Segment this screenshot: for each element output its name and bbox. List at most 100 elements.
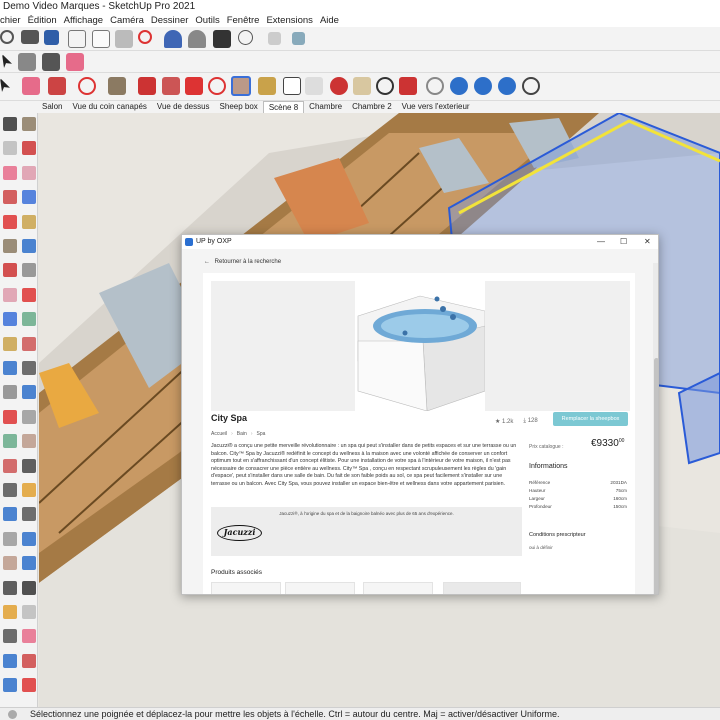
copy-icon[interactable] — [92, 30, 110, 48]
select-icon[interactable] — [0, 78, 10, 92]
related-item[interactable] — [363, 582, 433, 594]
tab-vue-vers-exterieur[interactable]: Vue vers l'exterieur — [397, 101, 475, 113]
rotate-icon[interactable] — [22, 458, 36, 473]
menu-edition[interactable]: Édition — [25, 14, 61, 27]
scale-icon[interactable] — [22, 507, 36, 522]
line-icon[interactable] — [22, 214, 36, 229]
dimension-icon[interactable] — [3, 580, 17, 595]
account-icon[interactable] — [522, 77, 540, 95]
minimize-button[interactable]: — — [597, 235, 605, 249]
pie-icon[interactable] — [22, 385, 36, 400]
menu-extensions[interactable]: Extensions — [263, 14, 316, 27]
menu-dessiner[interactable]: Dessiner — [148, 14, 193, 27]
scrollbar-thumb[interactable] — [654, 358, 658, 594]
breadcrumb-spa[interactable]: Spa — [256, 431, 265, 437]
open-icon[interactable] — [21, 30, 39, 44]
scale-icon[interactable] — [231, 76, 251, 96]
paste-icon[interactable] — [115, 30, 133, 48]
line-icon[interactable] — [3, 214, 17, 229]
polygon-icon[interactable] — [22, 336, 36, 351]
pie-icon[interactable] — [3, 385, 17, 400]
undo-icon[interactable] — [164, 30, 182, 48]
move-icon[interactable] — [22, 409, 36, 424]
zoom-extents-icon[interactable] — [399, 77, 417, 95]
section-icon[interactable] — [3, 678, 17, 693]
component-icon[interactable] — [3, 141, 17, 156]
rotated-rect-icon[interactable] — [22, 287, 36, 302]
erase-icon[interactable] — [138, 30, 152, 44]
tab-chambre-2[interactable]: Chambre 2 — [347, 101, 397, 113]
replace-sheepbox-button[interactable]: Remplacer la sheepbox — [553, 412, 628, 426]
tape-icon[interactable] — [22, 556, 36, 571]
sheep-icon-2[interactable] — [474, 77, 492, 95]
freehand-icon[interactable] — [22, 239, 36, 253]
tab-salon[interactable]: Salon — [37, 101, 67, 113]
tab-vue-coin-canapes[interactable]: Vue du coin canapés — [67, 101, 151, 113]
menu-fichier[interactable]: chier — [0, 14, 25, 27]
tape-icon[interactable] — [258, 77, 276, 95]
arc-icon[interactable] — [22, 361, 36, 375]
protractor-icon[interactable] — [22, 605, 36, 619]
model-info-icon[interactable] — [238, 30, 253, 45]
protractor-icon[interactable] — [3, 605, 17, 619]
text-icon[interactable] — [22, 629, 36, 644]
circle-icon[interactable] — [3, 312, 17, 327]
tab-chambre[interactable]: Chambre — [304, 101, 347, 113]
move-icon[interactable] — [3, 409, 17, 424]
redo-icon[interactable] — [188, 30, 206, 48]
text-icon[interactable] — [3, 629, 17, 644]
text-icon[interactable] — [283, 77, 301, 95]
rotate-icon[interactable] — [208, 77, 226, 95]
move-icon[interactable] — [185, 77, 203, 95]
gallery-left[interactable] — [211, 281, 355, 411]
scale-icon[interactable] — [3, 507, 17, 522]
save-icon[interactable] — [44, 30, 59, 45]
maximize-button[interactable]: ☐ — [620, 235, 627, 249]
menu-aide[interactable]: Aide — [317, 14, 343, 27]
related-item[interactable] — [443, 582, 521, 594]
zoom-icon[interactable] — [376, 77, 394, 95]
eraser-icon[interactable] — [66, 53, 84, 71]
breadcrumb-bain[interactable]: Bain — [237, 431, 247, 437]
paint-icon[interactable] — [3, 190, 17, 205]
eraser-icon[interactable] — [3, 165, 17, 180]
related-item[interactable] — [285, 582, 355, 594]
rectangle-icon[interactable] — [3, 263, 17, 278]
menu-camera[interactable]: Caméra — [107, 14, 148, 27]
gallery-right[interactable] — [485, 281, 630, 411]
rotated-rect-icon[interactable] — [3, 287, 17, 302]
paint-icon[interactable] — [22, 190, 36, 205]
dimension-icon[interactable] — [22, 580, 36, 595]
followme-icon[interactable] — [3, 483, 17, 497]
pushpull-icon[interactable] — [3, 434, 17, 449]
menu-outils[interactable]: Outils — [192, 14, 223, 27]
section-icon[interactable] — [22, 678, 36, 693]
polygon-icon[interactable] — [3, 336, 17, 351]
select-arrow-icon[interactable] — [2, 54, 12, 68]
offset-icon[interactable] — [3, 531, 17, 546]
eraser-icon[interactable] — [22, 165, 36, 180]
eraser2-icon[interactable] — [22, 77, 40, 95]
arc-icon[interactable] — [3, 361, 17, 375]
followme-icon[interactable] — [22, 483, 36, 497]
orbit-icon[interactable] — [330, 77, 348, 95]
likes-stat[interactable]: ★ 1.2k — [495, 418, 513, 425]
cut-icon[interactable] — [68, 30, 86, 48]
sheep-icon-1[interactable] — [450, 77, 468, 95]
paint-icon[interactable] — [305, 77, 323, 95]
select-icon[interactable] — [22, 117, 36, 131]
component-icon[interactable] — [22, 141, 36, 156]
related-item[interactable] — [211, 582, 281, 594]
axes-icon[interactable] — [3, 653, 17, 668]
back-link[interactable]: ← Retourner à la recherche — [204, 259, 281, 265]
styles-icon[interactable] — [292, 32, 305, 45]
dialog-scrollbar[interactable] — [653, 263, 658, 594]
tab-scene-8[interactable]: Scène 8 — [262, 101, 305, 113]
axes-icon[interactable] — [22, 653, 36, 668]
components-icon[interactable] — [268, 32, 281, 45]
tab-vue-de-dessus[interactable]: Vue de dessus — [152, 101, 215, 113]
warehouse-icon[interactable] — [426, 77, 444, 95]
pan-icon[interactable] — [353, 77, 371, 95]
breadcrumb-home[interactable]: Accueil — [211, 431, 227, 437]
circle-icon[interactable] — [22, 312, 36, 327]
